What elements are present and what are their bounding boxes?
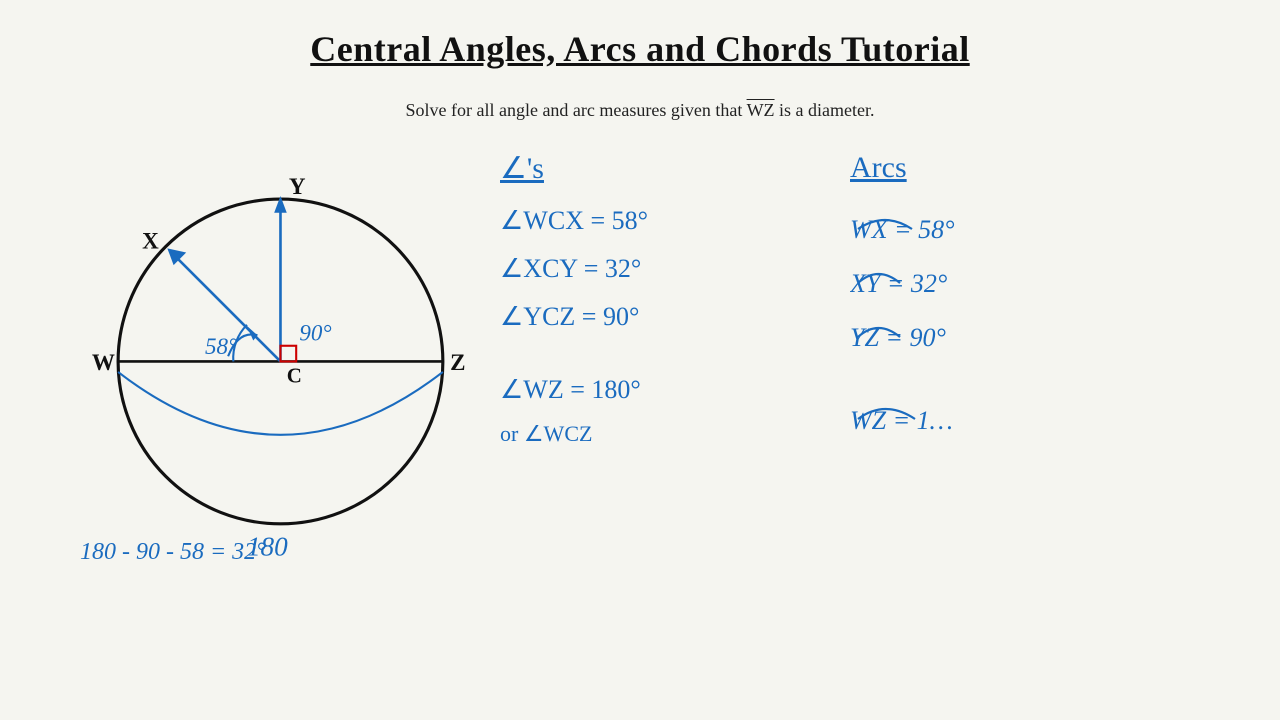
arc-wx: WX = 58° <box>850 203 1120 243</box>
svg-text:YZ = 90°: YZ = 90° <box>850 323 946 351</box>
svg-text:Z: Z <box>450 349 465 375</box>
calculation-text: 180 - 90 - 58 = 32° <box>80 539 266 566</box>
subtitle-text: Solve for all angle and arc measures giv… <box>405 100 742 120</box>
arcs-header: Arcs <box>850 151 907 185</box>
arcs-section: Arcs WX = 58° XY = 32° <box>820 131 1120 576</box>
svg-text:XY = 32°: XY = 32° <box>850 269 947 297</box>
page-container: Central Angles, Arcs and Chords Tutorial… <box>0 0 1280 720</box>
angle-2: ∠XCY = 32° <box>500 252 820 286</box>
svg-text:X: X <box>142 227 159 253</box>
arc-xy: XY = 32° <box>850 257 1120 297</box>
angles-section: ∠'s ∠WCX = 58° ∠XCY = 32° ∠YCZ = 90° ∠WZ… <box>480 131 820 576</box>
arc-yz: YZ = 90° <box>850 311 1120 351</box>
svg-text:W: W <box>92 349 115 375</box>
page-title: Central Angles, Arcs and Chords Tutorial <box>0 0 1280 70</box>
svg-text:Y: Y <box>289 173 306 199</box>
angle-3: ∠YCZ = 90° <box>500 300 820 334</box>
subtitle-suffix: is a diameter. <box>779 100 874 120</box>
angle-4: ∠WZ = 180° <box>500 373 820 407</box>
main-content: 58° 90° 180 W Z Y X C <box>0 131 1280 576</box>
angle-5: or ∠WCZ <box>500 421 820 447</box>
svg-text:C: C <box>287 363 302 387</box>
angles-header: ∠'s <box>500 151 544 186</box>
circle-section: 58° 90° 180 W Z Y X C <box>60 131 480 576</box>
angle-1: ∠WCX = 58° <box>500 204 820 238</box>
svg-text:WZ = 1…: WZ = 1… <box>850 406 953 433</box>
svg-text:90°: 90° <box>299 320 331 346</box>
arc-wz: WZ = 1… <box>850 391 1120 433</box>
svg-text:WX = 58°: WX = 58° <box>850 215 954 243</box>
circle-diagram: 58° 90° 180 W Z Y X C <box>60 131 480 571</box>
subtitle: Solve for all angle and arc measures giv… <box>0 100 1280 121</box>
diameter-label-overline: WZ <box>747 100 775 120</box>
